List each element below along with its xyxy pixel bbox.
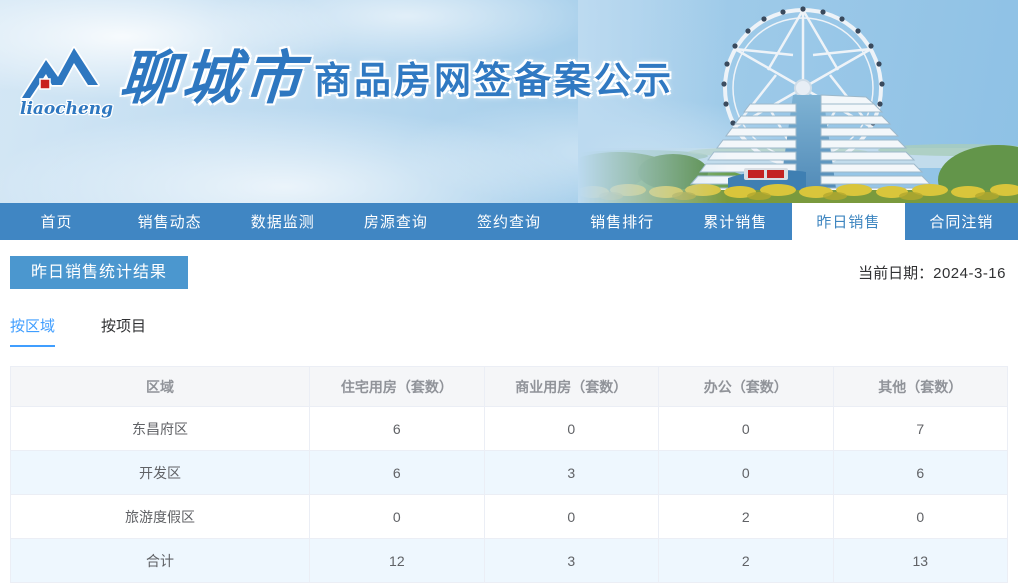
col-header-office: 办公（套数）	[658, 366, 834, 407]
tab-by-region[interactable]: 按区域	[10, 315, 56, 347]
table-cell: 12	[309, 538, 485, 583]
table-cell: 3	[483, 538, 660, 583]
table-cell: 2	[658, 494, 834, 539]
region-cell: 旅游度假区	[9, 494, 311, 539]
site-banner: liaocheng 聊城市 商品房网签备案公示	[0, 0, 1018, 203]
table-header-row: 区域 住宅用房（套数） 商业用房（套数） 办公（套数） 其他（套数）	[9, 366, 1008, 407]
nav-item-home[interactable]: 首页	[0, 203, 113, 240]
nav-item-listings-search[interactable]: 房源查询	[339, 203, 452, 240]
table-cell: 0	[658, 450, 834, 495]
current-date-value: 2024-3-16	[933, 265, 1006, 282]
region-cell: 开发区	[9, 450, 311, 495]
col-header-commercial: 商业用房（套数）	[483, 366, 660, 407]
col-header-residential: 住宅用房（套数）	[309, 366, 485, 407]
table-cell: 0	[832, 494, 1008, 539]
table-row: 东昌府区 6 0 0 7	[9, 406, 1008, 451]
table-cell: 6	[832, 450, 1008, 495]
site-title: 商品房网签备案公示	[314, 60, 675, 101]
nav-item-yesterday-sales[interactable]: 昨日销售	[791, 203, 905, 240]
table-cell: 6	[309, 406, 485, 451]
tab-by-project[interactable]: 按项目	[101, 315, 146, 347]
main-nav: 首页 销售动态 数据监测 房源查询 签约查询 销售排行 累计销售 昨日销售 合同…	[0, 203, 1018, 240]
col-header-region: 区域	[9, 366, 311, 407]
col-header-other: 其他（套数）	[832, 366, 1008, 407]
section-head: 昨日销售统计结果 当前日期：2024-3-16	[10, 256, 1008, 289]
table-cell: 3	[483, 450, 660, 495]
table-cell: 7	[832, 406, 1008, 451]
nav-item-data-monitor[interactable]: 数据监测	[226, 203, 339, 240]
table-total-row: 合计 12 3 2 13	[9, 538, 1008, 583]
liaocheng-m-logo-icon: liaocheng	[19, 46, 114, 120]
nav-item-signing-search[interactable]: 签约查询	[452, 203, 565, 240]
main-content: 昨日销售统计结果 当前日期：2024-3-16 按区域 按项目 区域 住宅用房（…	[0, 256, 1018, 583]
site-logo-area: liaocheng 聊城市 商品房网签备案公示	[18, 40, 674, 122]
nav-item-total-sales[interactable]: 累计销售	[679, 203, 792, 240]
table-cell: 13	[832, 538, 1008, 583]
table-cell: 2	[658, 538, 834, 583]
logo-script-text: liaocheng	[20, 99, 113, 119]
sales-stats-table: 区域 住宅用房（套数） 商业用房（套数） 办公（套数） 其他（套数） 东昌府区 …	[9, 366, 1008, 583]
view-tabs: 按区域 按项目	[10, 315, 1008, 347]
current-date: 当前日期：2024-3-16	[858, 262, 1008, 283]
table-cell: 0	[483, 406, 660, 451]
current-date-label: 当前日期：	[858, 265, 934, 282]
table-cell: 6	[309, 450, 485, 495]
table-cell: 0	[658, 406, 834, 451]
table-cell: 0	[483, 494, 660, 539]
nav-item-contract-cancel[interactable]: 合同注销	[905, 203, 1018, 240]
nav-item-sales-ranking[interactable]: 销售排行	[566, 203, 679, 240]
page: liaocheng 聊城市 商品房网签备案公示 首页 销售动态 数据监测 房源查…	[0, 0, 1018, 587]
table-cell: 0	[309, 494, 485, 539]
table-row: 旅游度假区 0 0 2 0	[9, 494, 1008, 539]
nav-item-sales-trends[interactable]: 销售动态	[113, 203, 226, 240]
table-row: 开发区 6 3 0 6	[9, 450, 1008, 495]
region-cell: 合计	[9, 538, 311, 583]
logo-city-name: 聊城市	[117, 44, 309, 112]
region-cell: 东昌府区	[9, 406, 311, 451]
page-title: 昨日销售统计结果	[10, 256, 189, 289]
